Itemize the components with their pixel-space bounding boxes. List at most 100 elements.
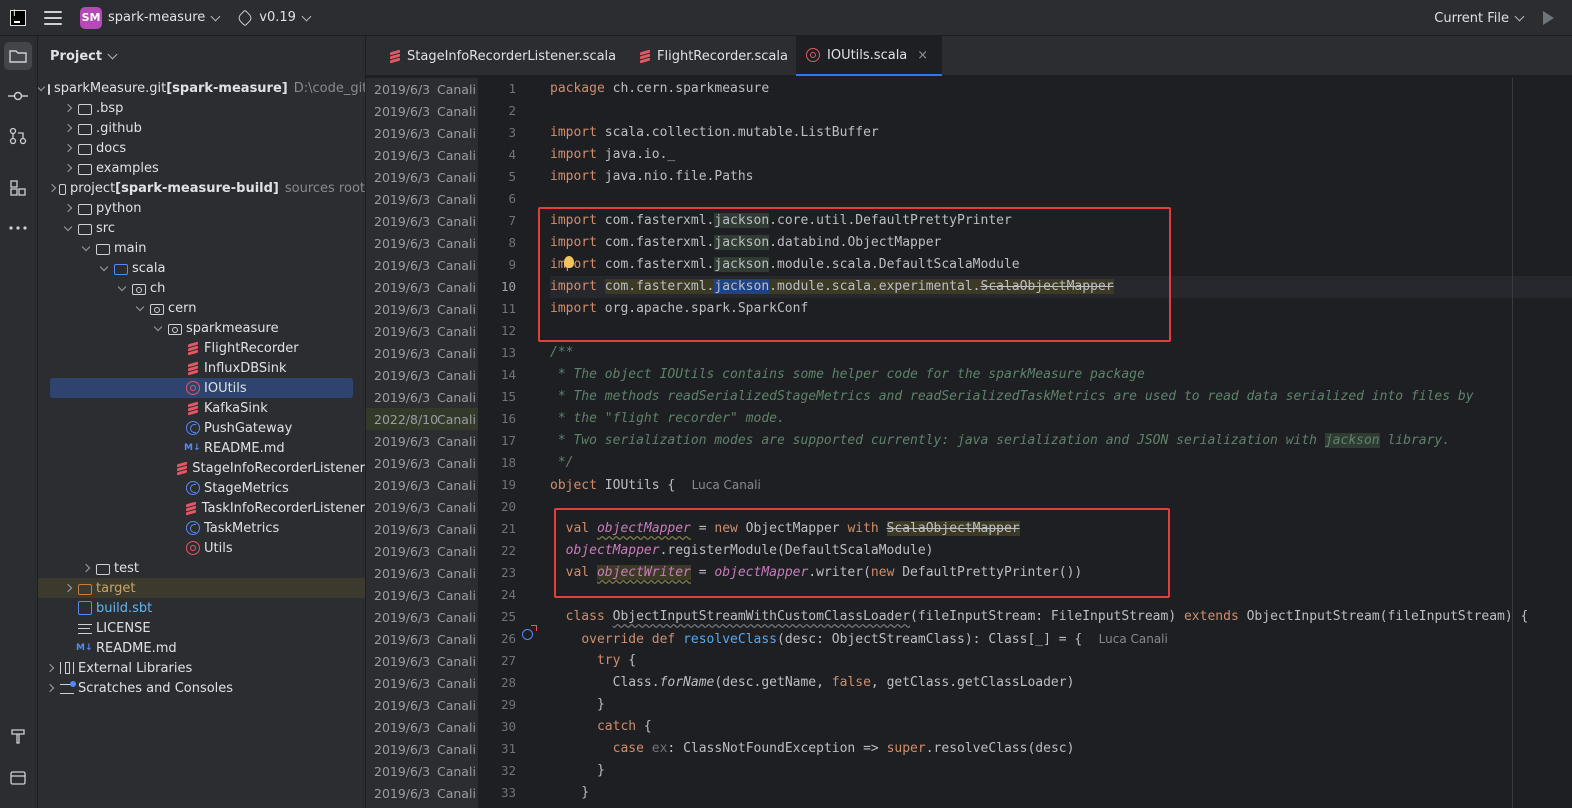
- blame-annotation[interactable]: 2019/6/3 Canali: [366, 562, 478, 584]
- blame-annotation[interactable]: 2019/6/3 Canali: [366, 210, 478, 232]
- code-line[interactable]: * The object IOUtils contains some helpe…: [550, 364, 1572, 386]
- chevron-down-icon[interactable]: [116, 282, 128, 291]
- blame-annotation[interactable]: 2019/6/3 Canali: [366, 144, 478, 166]
- author-inlay-hint[interactable]: Luca Canali: [1096, 632, 1168, 646]
- blame-annotation[interactable]: 2019/6/3 Canali: [366, 540, 478, 562]
- chevron-down-icon[interactable]: [107, 49, 118, 60]
- tree-item[interactable]: build.sbt: [38, 598, 365, 618]
- tree-item[interactable]: .github: [38, 118, 365, 138]
- code-line[interactable]: override def resolveClass(desc: ObjectSt…: [550, 628, 1572, 650]
- code-line[interactable]: import java.nio.file.Paths: [550, 166, 1572, 188]
- run-config-selector[interactable]: Current File: [1434, 11, 1509, 26]
- tree-item[interactable]: PushGateway: [38, 418, 365, 438]
- code-line[interactable]: }: [550, 782, 1572, 804]
- tree-item[interactable]: python: [38, 198, 365, 218]
- tree-item[interactable]: M↓ README.md: [38, 638, 365, 658]
- blame-annotation[interactable]: 2019/6/3 Canali: [366, 606, 478, 628]
- blame-annotation[interactable]: 2019/6/3 Canali: [366, 298, 478, 320]
- code-line[interactable]: */: [550, 452, 1572, 474]
- tree-item[interactable]: target: [38, 578, 365, 598]
- blame-annotation[interactable]: 2019/6/3 Canali: [366, 276, 478, 298]
- branch-name[interactable]: v0.19: [259, 10, 296, 25]
- chevron-right-icon[interactable]: [80, 563, 92, 573]
- tree-item[interactable]: TaskMetrics: [38, 518, 365, 538]
- blame-annotation[interactable]: 2019/6/3 Canali: [366, 100, 478, 122]
- editor-tab[interactable]: StageInfoRecorderListener.scala: [378, 36, 630, 76]
- tree-item[interactable]: examples: [38, 158, 365, 178]
- editor-tab[interactable]: IOUtils.scala ×: [796, 36, 943, 76]
- code-line[interactable]: package ch.cern.sparkmeasure: [550, 78, 1572, 100]
- project-tool-icon[interactable]: [4, 42, 32, 70]
- code-line[interactable]: * The methods readSerializedStageMetrics…: [550, 386, 1572, 408]
- blame-annotation[interactable]: 2019/6/3 Canali: [366, 716, 478, 738]
- chevron-down-icon[interactable]: [62, 222, 74, 231]
- code-line[interactable]: try {: [550, 650, 1572, 672]
- code-line[interactable]: Class.forName(desc.getName, false, getCl…: [550, 672, 1572, 694]
- blame-annotation[interactable]: 2019/6/3 Canali: [366, 386, 478, 408]
- blame-annotation[interactable]: 2019/6/3 Canali: [366, 584, 478, 606]
- blame-annotation[interactable]: 2019/6/3 Canali: [366, 320, 478, 342]
- chevron-down-icon[interactable]: [98, 262, 110, 271]
- chevron-down-icon[interactable]: [38, 82, 46, 91]
- tree-item[interactable]: .bsp: [38, 98, 365, 118]
- blame-annotation[interactable]: 2019/6/3 Canali: [366, 496, 478, 518]
- tree-item[interactable]: StageInfoRecorderListener: [38, 458, 365, 478]
- chevron-right-icon[interactable]: [62, 203, 74, 213]
- author-inlay-hint[interactable]: Luca Canali: [689, 478, 761, 492]
- blame-annotation[interactable]: 2019/6/3 Canali: [366, 430, 478, 452]
- more-tools-icon[interactable]: [4, 214, 32, 242]
- tree-item[interactable]: TaskInfoRecorderListener: [38, 498, 365, 518]
- project-badge[interactable]: SM: [80, 6, 102, 29]
- tree-item[interactable]: main: [38, 238, 365, 258]
- blame-annotation[interactable]: 2019/6/3 Canali: [366, 254, 478, 276]
- chevron-right-icon[interactable]: [44, 663, 56, 673]
- blame-annotation[interactable]: 2019/6/3 Canali: [366, 474, 478, 496]
- blame-annotation[interactable]: 2019/6/3 Canali: [366, 738, 478, 760]
- tree-item[interactable]: M↓ README.md: [38, 438, 365, 458]
- code-line[interactable]: }: [550, 760, 1572, 782]
- chevron-down-icon[interactable]: [152, 322, 164, 331]
- code-line[interactable]: catch {: [550, 716, 1572, 738]
- blame-annotation[interactable]: 2019/6/3 Canali: [366, 672, 478, 694]
- editor-tab[interactable]: FlightRecorder.scala: [628, 36, 802, 76]
- chevron-down-icon[interactable]: [210, 11, 221, 21]
- blame-annotation[interactable]: 2019/6/3 Canali: [366, 122, 478, 144]
- tree-item[interactable]: src: [38, 218, 365, 238]
- blame-annotation[interactable]: 2019/6/3 Canali: [366, 628, 478, 650]
- tree-item[interactable]: External Libraries: [38, 658, 365, 678]
- tree-item[interactable]: docs: [38, 138, 365, 158]
- chevron-down-icon[interactable]: [134, 302, 146, 311]
- chevron-right-icon[interactable]: [47, 183, 56, 193]
- blame-annotation[interactable]: 2019/6/3 Canali: [366, 518, 478, 540]
- code-line[interactable]: class ObjectInputStreamWithCustomClassLo…: [550, 606, 1572, 628]
- chevron-down-icon[interactable]: [1514, 11, 1525, 22]
- tree-item[interactable]: InfluxDBSink: [38, 358, 365, 378]
- tree-item[interactable]: sparkMeasure.git [spark-measure] D:\code_…: [38, 78, 365, 98]
- tree-item[interactable]: project [spark-measure-build] sources roo…: [38, 178, 365, 198]
- blame-annotation[interactable]: 2019/6/3 Canali: [366, 166, 478, 188]
- chevron-right-icon[interactable]: [44, 683, 56, 693]
- code-editor[interactable]: package ch.cern.sparkmeasure import scala…: [550, 78, 1572, 808]
- tree-item[interactable]: ch: [38, 278, 365, 298]
- chevron-down-icon[interactable]: [301, 11, 312, 21]
- tree-item[interactable]: StageMetrics: [38, 478, 365, 498]
- tree-item[interactable]: sparkmeasure: [38, 318, 365, 338]
- chevron-down-icon[interactable]: [80, 242, 92, 251]
- code-line[interactable]: }: [550, 694, 1572, 716]
- build-icon[interactable]: [4, 722, 32, 750]
- blame-annotation[interactable]: 2019/6/3 Canali: [366, 760, 478, 782]
- chevron-right-icon[interactable]: [62, 143, 74, 153]
- blame-annotation[interactable]: 2019/6/3 Canali: [366, 188, 478, 210]
- tree-item[interactable]: Scratches and Consoles: [38, 678, 365, 698]
- chevron-right-icon[interactable]: [62, 583, 74, 593]
- code-line[interactable]: /**: [550, 342, 1572, 364]
- chevron-right-icon[interactable]: [62, 163, 74, 173]
- code-line[interactable]: object IOUtils { Luca Canali: [550, 474, 1572, 496]
- code-line[interactable]: import java.io._: [550, 144, 1572, 166]
- tree-item[interactable]: KafkaSink: [38, 398, 365, 418]
- code-line[interactable]: [550, 100, 1572, 122]
- code-line[interactable]: * the "flight recorder" mode.: [550, 408, 1572, 430]
- chevron-right-icon[interactable]: [62, 123, 74, 133]
- blame-annotation[interactable]: 2022/8/10 Canali: [366, 408, 478, 430]
- close-icon[interactable]: ×: [917, 48, 928, 63]
